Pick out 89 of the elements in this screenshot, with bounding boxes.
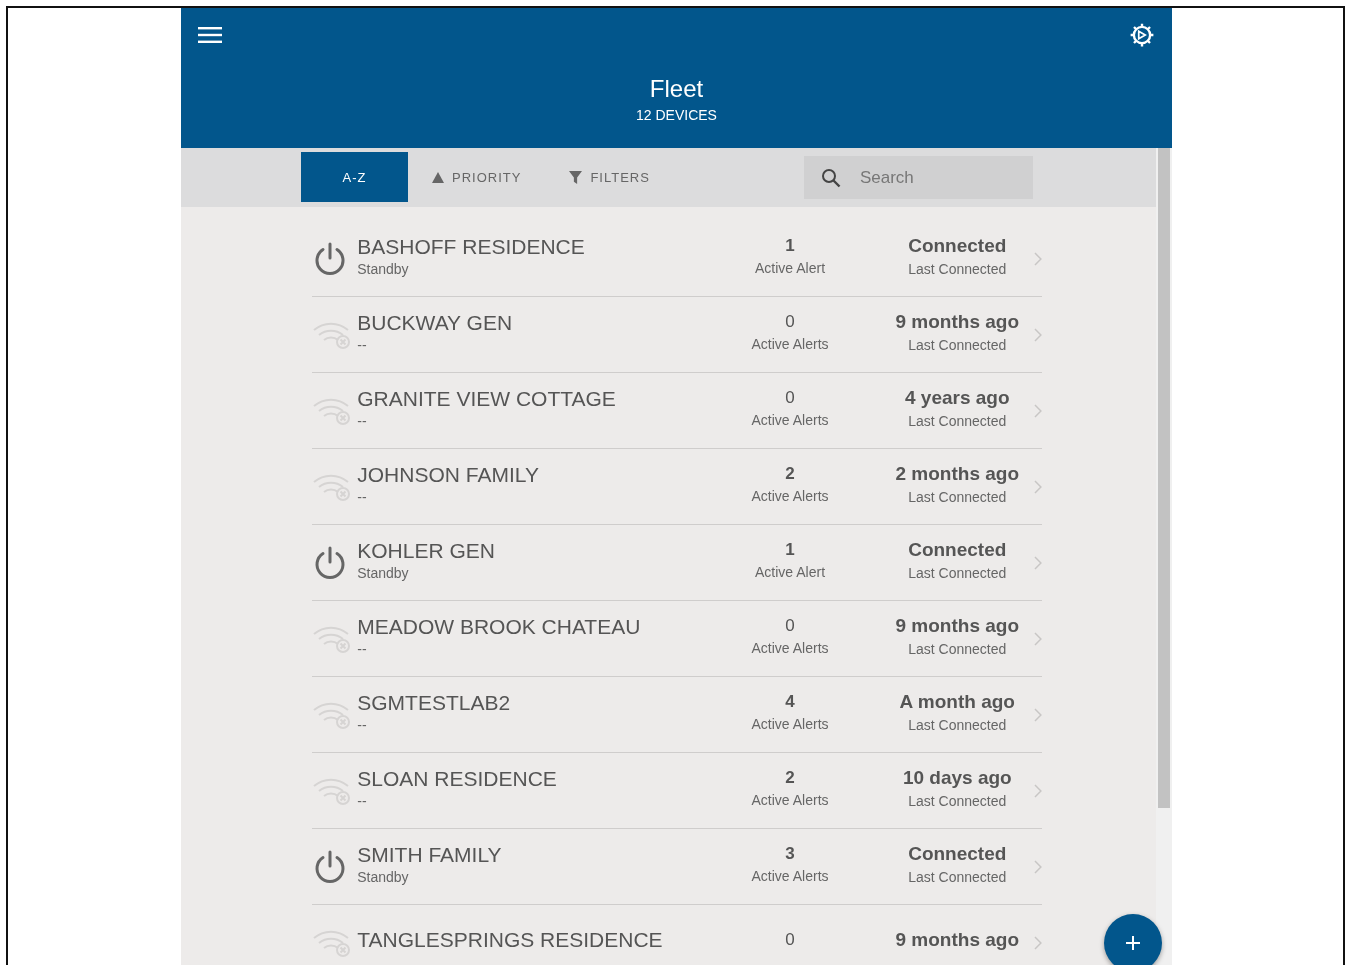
- connection-status: 9 months ago: [894, 309, 1021, 334]
- scrollbar[interactable]: [1156, 148, 1172, 965]
- connection-label: Last Connected: [907, 717, 1008, 734]
- device-name: BASHOFF RESIDENCE: [357, 234, 586, 259]
- device-status: --: [357, 640, 368, 657]
- device-row[interactable]: BUCKWAY GEN -- 0 Active Alerts 9 months ago Last Connected: [312, 297, 1042, 373]
- connection-label: Last Connected: [907, 413, 1008, 430]
- alerts-label: Active Alerts: [750, 867, 830, 884]
- alerts-label: Active Alerts: [750, 411, 830, 428]
- alert-count: 2: [784, 767, 796, 788]
- connection-status: 9 months ago: [894, 613, 1021, 638]
- connection-label: Last Connected: [907, 337, 1008, 354]
- device-name: TANGLESPRINGS RESIDENCE: [357, 927, 664, 952]
- chevron-icon: [1034, 783, 1042, 798]
- connection-label: Last Connected: [907, 869, 1008, 886]
- connection-label: Last Connected: [907, 641, 1008, 658]
- device-status: Standby: [357, 868, 410, 885]
- alert-count: 0: [784, 929, 796, 950]
- chevron-icon: [1034, 859, 1042, 874]
- chevron-icon: [1034, 251, 1042, 266]
- warning-icon: [432, 171, 444, 183]
- device-status: --: [357, 488, 368, 505]
- plus-icon: [1125, 935, 1141, 951]
- alert-count: 1: [784, 539, 796, 560]
- connection-status: Connected: [907, 233, 1008, 258]
- sort-tab[interactable]: PRIORITY: [408, 152, 546, 202]
- device-name: MEADOW BROOK CHATEAU: [357, 614, 642, 639]
- device-status: --: [357, 412, 368, 429]
- chevron-icon: [1034, 935, 1042, 950]
- device-row[interactable]: SGMTESTLAB2 -- 4 Active Alerts A month ago Last Connected: [312, 677, 1042, 753]
- chevron-icon: [1034, 707, 1042, 722]
- connection-label: Last Connected: [907, 565, 1008, 582]
- alerts-label: Active Alerts: [750, 791, 830, 808]
- device-row[interactable]: SLOAN RESIDENCE -- 2 Active Alerts 10 days ago Last Connected: [312, 753, 1042, 829]
- filter-icon: [569, 170, 583, 184]
- connection-label: Last Connected: [907, 489, 1008, 506]
- device-name: BUCKWAY GEN: [357, 310, 514, 335]
- alert-count: 4: [784, 691, 796, 712]
- alert-count: 0: [784, 311, 796, 332]
- device-count: 12 DEVICES: [636, 107, 717, 123]
- connection-status: 4 years ago: [904, 385, 1011, 410]
- device-name: GRANITE VIEW COTTAGE: [357, 386, 617, 411]
- search-field[interactable]: Search: [803, 156, 1033, 199]
- alert-count: 0: [784, 387, 796, 408]
- alert-count: 0: [784, 615, 796, 636]
- connection-label: Last Connected: [907, 261, 1008, 278]
- device-name: SLOAN RESIDENCE: [357, 766, 558, 791]
- device-row[interactable]: KOHLER GEN Standby 1 Active Alert Connected Last Connected: [312, 525, 1042, 601]
- page-title: Fleet: [649, 75, 704, 103]
- device-row[interactable]: JOHNSON FAMILY -- 2 Active Alerts 2 months ago Last Connected: [312, 449, 1042, 525]
- chevron-icon: [1034, 631, 1042, 646]
- chevron-icon: [1034, 403, 1042, 418]
- device-status: --: [357, 716, 368, 733]
- sort-tab[interactable]: FILTERS: [545, 152, 674, 202]
- alerts-label: Active Alerts: [750, 487, 830, 504]
- connection-status: Connected: [907, 537, 1008, 562]
- device-status: --: [357, 336, 368, 353]
- connection-label: Last Connected: [907, 793, 1008, 810]
- alerts-label: Active Alert: [754, 563, 827, 580]
- device-status: --: [357, 792, 368, 809]
- device-row[interactable]: GRANITE VIEW COTTAGE -- 0 Active Alerts 4 years ago Last Connected: [312, 373, 1042, 449]
- chevron-icon: [1034, 555, 1042, 570]
- alert-count: 2: [784, 463, 796, 484]
- device-name: KOHLER GEN: [357, 538, 496, 563]
- connection-status: 10 days ago: [901, 765, 1013, 790]
- device-name: SMITH FAMILY: [357, 842, 503, 867]
- connection-status: Connected: [907, 841, 1008, 866]
- device-status: Standby: [357, 260, 410, 277]
- connection-status: 2 months ago: [894, 461, 1021, 486]
- menu-icon[interactable]: [198, 26, 222, 44]
- chevron-icon: [1034, 479, 1042, 494]
- device-row[interactable]: BASHOFF RESIDENCE Standby 1 Active Alert Connected Last Connected: [312, 221, 1042, 297]
- device-row[interactable]: SMITH FAMILY Standby 3 Active Alerts Connected Last Connected: [312, 829, 1042, 905]
- settings-icon[interactable]: [1129, 22, 1155, 48]
- device-row[interactable]: TANGLESPRINGS RESIDENCE 0 9 months ago: [312, 905, 1042, 965]
- alerts-label: Active Alerts: [750, 335, 830, 352]
- alerts-label: Active Alerts: [750, 715, 830, 732]
- connection-status: 9 months ago: [894, 927, 1021, 952]
- alerts-label: Active Alert: [754, 259, 827, 276]
- device-name: JOHNSON FAMILY: [357, 462, 540, 487]
- alerts-label: Active Alerts: [750, 639, 830, 656]
- device-status: Standby: [357, 564, 410, 581]
- connection-status: A month ago: [898, 689, 1016, 714]
- alert-count: 1: [784, 235, 796, 256]
- alert-count: 3: [784, 843, 796, 864]
- sort-tab[interactable]: A-Z: [301, 152, 408, 202]
- chevron-icon: [1034, 327, 1042, 342]
- device-name: SGMTESTLAB2: [357, 690, 512, 715]
- device-row[interactable]: MEADOW BROOK CHATEAU -- 0 Active Alerts 9 months ago Last Connected: [312, 601, 1042, 677]
